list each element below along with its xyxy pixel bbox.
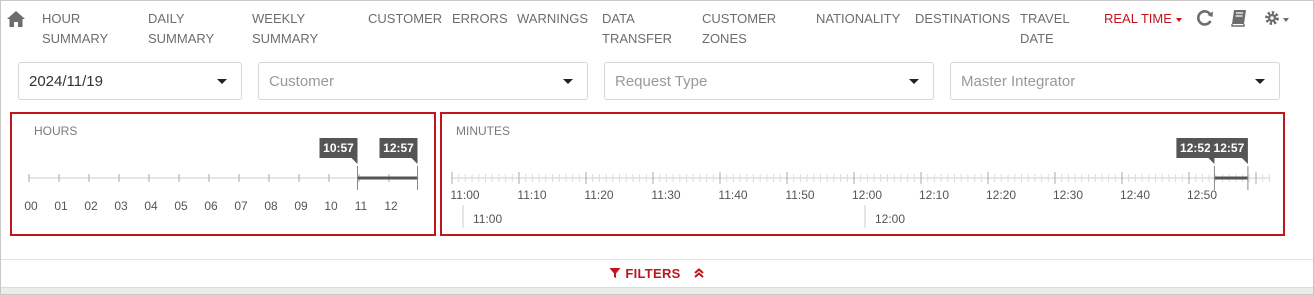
caret-down-icon: [909, 79, 919, 84]
filters-label: FILTERS: [625, 266, 681, 281]
nav-warnings[interactable]: WARNINGS: [517, 9, 588, 29]
bottom-strip: [1, 287, 1313, 294]
divider: [1, 259, 1313, 260]
hours-range-end-label: 12:57: [383, 141, 414, 155]
funnel-icon: [609, 268, 621, 278]
minute-tick-label: 12:40: [1120, 188, 1150, 202]
customer-select[interactable]: Customer: [258, 62, 588, 100]
hour-tick-label: 06: [204, 199, 218, 213]
caret-down-icon: [217, 79, 227, 84]
nav-hour-summary[interactable]: HOUR SUMMARY: [42, 9, 108, 49]
nav-data-transfer[interactable]: DATA TRANSFER: [602, 9, 672, 49]
minute-tick-label: 12:10: [919, 188, 949, 202]
minutes-panel: MINUTES 11:00 11:10 11:20 11:30 11:40 11:50 12…: [440, 112, 1285, 236]
minutes-range-start-label-pointer: [1208, 158, 1215, 164]
hour-tick-label: 07: [234, 199, 248, 213]
chevron-down-icon: [1175, 17, 1182, 22]
minute-tick-label: 12:30: [1053, 188, 1083, 202]
hours-range-start-label-pointer: [351, 158, 358, 164]
nav-destinations[interactable]: DESTINATIONS: [915, 9, 1010, 29]
gear-icon[interactable]: [1263, 8, 1291, 28]
master-integrator-placeholder: Master Integrator: [961, 73, 1076, 90]
hour-tick-label: 01: [54, 199, 68, 213]
minute-tick-label: 11:40: [718, 188, 747, 202]
minute-tick-label: 11:20: [584, 188, 613, 202]
hour-tick-label: 02: [84, 199, 98, 213]
hour-marker-label: 11:00: [473, 212, 502, 226]
request-type-placeholder: Request Type: [615, 73, 708, 90]
minutes-range-start-label: 12:52: [1180, 141, 1211, 155]
hours-panel: HOURS 00 01 02 03 04 05 06 07 08 09 10 11 12 10:57 12:…: [10, 112, 436, 236]
minute-tick-label: 12:00: [852, 188, 882, 202]
master-integrator-select[interactable]: Master Integrator: [950, 62, 1280, 100]
hours-range-start-label: 10:57: [323, 141, 354, 155]
hour-tick-label: 08: [264, 199, 278, 213]
hour-tick-label: 00: [24, 199, 38, 213]
refresh-icon[interactable]: [1195, 8, 1215, 28]
request-type-select[interactable]: Request Type: [604, 62, 934, 100]
minute-tick-label: 11:00: [450, 188, 479, 202]
minutes-range-end-label: 12:57: [1214, 141, 1245, 155]
hour-tick-label: 10: [324, 199, 338, 213]
nav-customer-zones[interactable]: CUSTOMER ZONES: [702, 9, 776, 49]
hour-tick-label: 03: [114, 199, 128, 213]
nav-weekly-summary[interactable]: WEEKLY SUMMARY: [252, 9, 318, 49]
hour-tick-label: 12: [384, 199, 398, 213]
nav-errors[interactable]: ERRORS: [452, 9, 508, 29]
nav-nationality[interactable]: NATIONALITY: [816, 9, 900, 29]
minute-tick-label: 12:20: [986, 188, 1016, 202]
nav-customer[interactable]: CUSTOMER: [368, 9, 442, 29]
date-value: 2024/11/19: [29, 73, 103, 90]
hour-tick-label: 04: [144, 199, 158, 213]
minute-tick-label: 12:50: [1187, 188, 1217, 202]
minutes-range-end-label-pointer: [1241, 158, 1248, 164]
minute-tick-label: 11:10: [517, 188, 546, 202]
double-chevron-up-icon: [694, 268, 704, 278]
filters-toggle[interactable]: FILTERS: [0, 265, 1314, 283]
hour-tick-label: 11: [355, 199, 368, 213]
hours-range-end-label-pointer: [411, 158, 418, 164]
minutes-timeline[interactable]: 11:00 11:10 11:20 11:30 11:40 11:50 12:00 12:10…: [442, 114, 1283, 234]
minute-tick-label: 11:50: [785, 188, 814, 202]
nav-travel-date[interactable]: TRAVEL DATE: [1020, 9, 1070, 49]
caret-down-icon: [563, 79, 573, 84]
customer-placeholder: Customer: [269, 73, 335, 90]
date-select[interactable]: 2024/11/19: [18, 62, 242, 100]
caret-down-icon: [1255, 79, 1265, 84]
hour-tick-label: 05: [174, 199, 188, 213]
minute-tick-label: 11:30: [651, 188, 680, 202]
book-icon[interactable]: [1229, 8, 1249, 28]
home-icon[interactable]: [6, 10, 26, 28]
nav-real-time[interactable]: REAL TIME: [1104, 9, 1182, 29]
real-time-label: REAL TIME: [1104, 11, 1172, 26]
top-nav: HOUR SUMMARY DAILY SUMMARY WEEKLY SUMMAR…: [0, 0, 1314, 55]
hour-marker-label: 12:00: [875, 212, 905, 226]
hour-tick-label: 09: [294, 199, 308, 213]
nav-daily-summary[interactable]: DAILY SUMMARY: [148, 9, 214, 49]
hours-timeline[interactable]: 00 01 02 03 04 05 06 07 08 09 10 11 12 10:57 12:57: [12, 114, 434, 234]
